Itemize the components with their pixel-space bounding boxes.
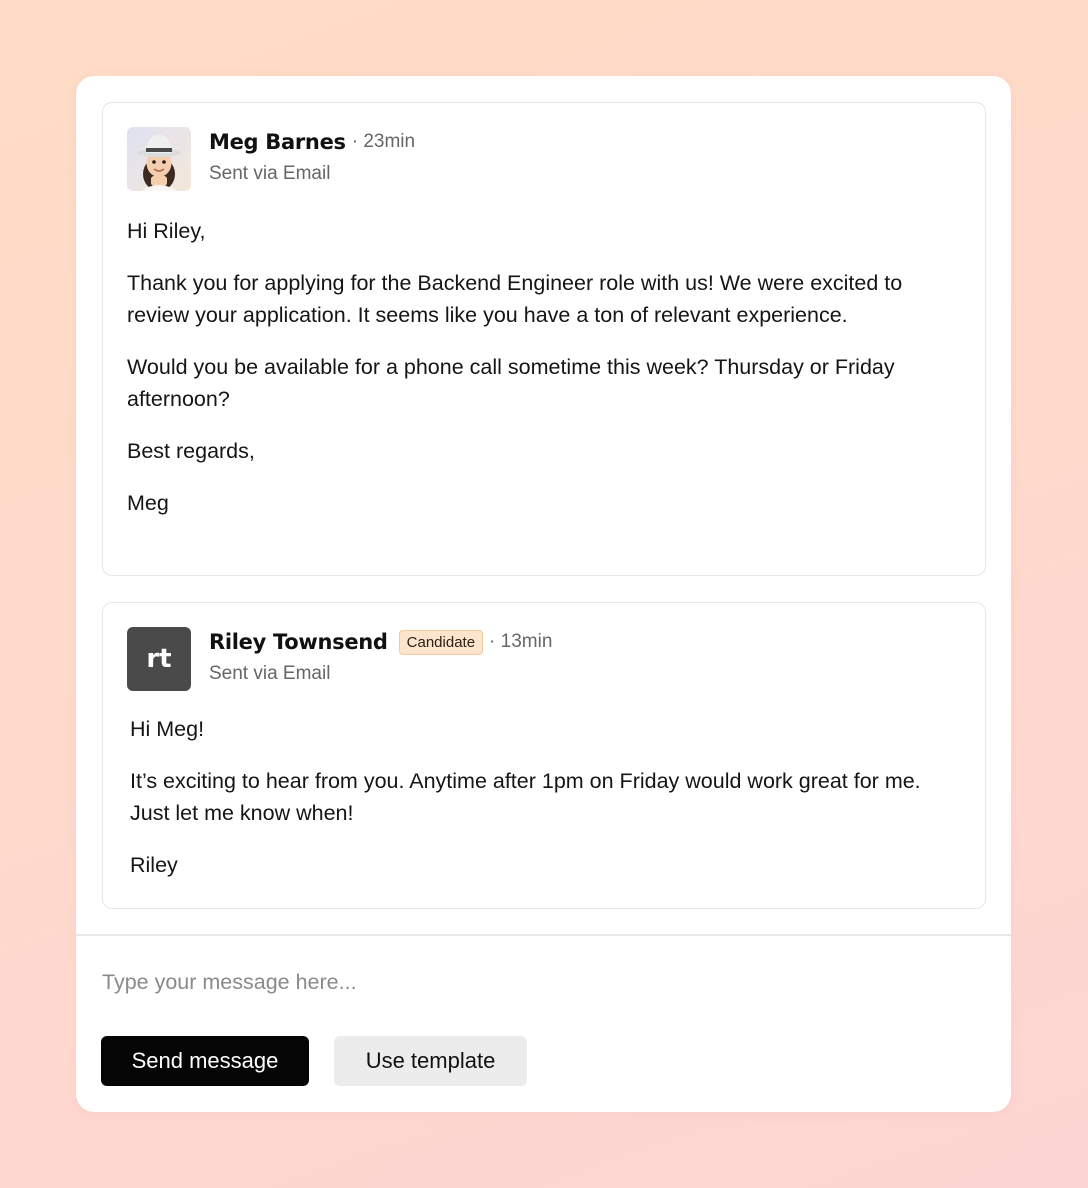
use-template-button[interactable]: Use template <box>334 1036 527 1086</box>
message-card: Meg Barnes 23min Sent via Email Hi Riley… <box>102 102 986 576</box>
message-time: 13min <box>489 631 553 653</box>
message-card: rt Riley Townsend Candidate 13min Sent v… <box>102 602 986 909</box>
conversation-card: Meg Barnes 23min Sent via Email Hi Riley… <box>76 76 1011 1112</box>
sender-name: Riley Townsend <box>209 630 388 654</box>
sender-name: Meg Barnes <box>209 130 346 154</box>
send-message-button[interactable]: Send message <box>101 1036 309 1086</box>
message-paragraph: Best regards, <box>127 439 255 463</box>
message-header: Meg Barnes 23min Sent via Email <box>127 127 415 191</box>
message-paragraph: Hi Meg! <box>130 717 205 741</box>
message-body: Hi Riley, Thank you for applying for the… <box>127 215 955 539</box>
message-input[interactable] <box>102 964 962 1000</box>
message-paragraph: It’s exciting to hear from you. Anytime … <box>130 769 921 825</box>
initials-avatar: rt <box>127 627 191 691</box>
message-paragraph: Would you be available for a phone call … <box>127 355 895 411</box>
sent-via-label: Sent via Email <box>209 163 331 184</box>
woman-with-hat-avatar-icon <box>127 127 191 191</box>
sent-via-label: Sent via Email <box>209 663 331 684</box>
message-paragraph: Hi Riley, <box>127 219 206 243</box>
message-paragraph: Thank you for applying for the Backend E… <box>127 271 903 327</box>
sender-meta: Meg Barnes 23min Sent via Email <box>209 127 415 185</box>
message-paragraph: Meg <box>127 491 169 515</box>
candidate-badge: Candidate <box>398 629 484 655</box>
message-time: 23min <box>352 131 415 153</box>
message-header: rt Riley Townsend Candidate 13min Sent v… <box>127 627 552 691</box>
composer-divider <box>76 934 1011 936</box>
sender-meta: Riley Townsend Candidate 13min Sent via … <box>209 627 552 685</box>
message-body: Hi Meg! It’s exciting to hear from you. … <box>130 713 955 901</box>
message-paragraph: Riley <box>130 853 178 877</box>
